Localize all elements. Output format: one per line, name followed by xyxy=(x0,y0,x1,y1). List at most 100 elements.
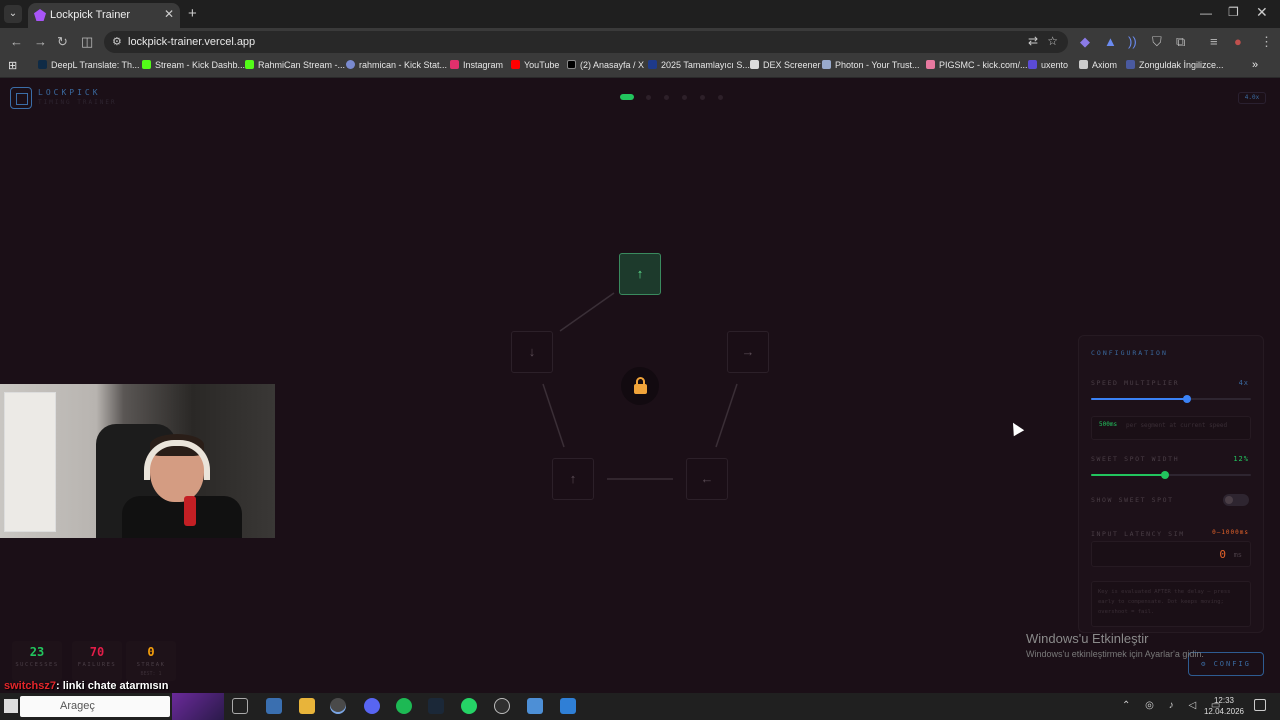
youtube-icon xyxy=(511,60,520,69)
latency-input[interactable]: 0 ms xyxy=(1091,541,1251,567)
discord-icon[interactable] xyxy=(364,698,380,714)
latency-range: 0–1000ms xyxy=(1212,529,1249,536)
stat-sub: BEST: 1 xyxy=(140,671,162,677)
window-maximize-button[interactable]: ❐ xyxy=(1228,5,1239,19)
windows-activation-title: Windows'u Etkinleştir xyxy=(1026,631,1149,646)
folder-icon[interactable] xyxy=(299,698,315,714)
stat-label: STREAK xyxy=(136,662,166,668)
stat-streak: 0 STREAK BEST: 1 xyxy=(126,641,176,681)
file-explorer-icon[interactable] xyxy=(266,698,282,714)
extension-icon[interactable]: ▲ xyxy=(1104,34,1117,49)
bookmark-item[interactable]: DEX Screener xyxy=(750,60,821,74)
windows-taskbar: Arageç ⌃ ◎ ♪ ◁ ▭ 12:33 12.04.2026 xyxy=(0,693,1280,720)
bookmark-item[interactable]: Zonguldak İngilizce... xyxy=(1126,60,1224,74)
forward-icon[interactable]: → xyxy=(34,34,47,49)
extension-icon[interactable]: ◆ xyxy=(1080,34,1090,50)
speed-multiplier-slider[interactable] xyxy=(1091,395,1251,403)
sweet-spot-width-value: 12% xyxy=(1233,455,1249,463)
stat-successes: 23 SUCCESSES xyxy=(12,641,62,681)
bookmark-item[interactable]: rahmican - Kick Stat... xyxy=(346,60,447,74)
bookmark-item[interactable]: uxento xyxy=(1028,60,1068,74)
sweet-slider-thumb[interactable] xyxy=(1160,471,1169,479)
tab-search-button[interactable]: ⌄ xyxy=(4,5,22,23)
bookmark-item[interactable]: Instagram xyxy=(450,60,503,74)
site-info-icon[interactable]: ⚙ xyxy=(112,35,122,48)
bookmark-item[interactable]: PIGSMC - kick.com/... xyxy=(926,60,1028,74)
tab-title: Lockpick Trainer xyxy=(50,9,131,21)
task-view-icon[interactable] xyxy=(232,698,248,714)
browser-toolbar: ← → ↻ ◫ ⚙ lockpick-trainer.vercel.app ⇄ … xyxy=(0,28,1280,56)
split-view-icon[interactable]: ◫ xyxy=(81,34,93,50)
uxento-icon xyxy=(1028,60,1037,69)
media-control-icon[interactable]: ≡ xyxy=(1210,34,1218,49)
lock-key-left: ← xyxy=(686,458,728,500)
bookmark-item[interactable]: Stream - Kick Dashb... xyxy=(142,60,245,74)
stream-chat-message: switchsz7: linki chate atarmısın xyxy=(4,680,168,692)
latency-value[interactable]: 0 xyxy=(1219,548,1226,561)
sweet-spot-slider[interactable] xyxy=(1091,471,1251,479)
bookmark-star-icon[interactable]: ☆ xyxy=(1047,34,1058,48)
taskbar-date[interactable]: 12.04.2026 xyxy=(1200,707,1248,716)
taskbar-search[interactable]: Arageç xyxy=(20,696,170,717)
start-icon[interactable] xyxy=(4,699,18,713)
more-bookmarks-icon[interactable]: » xyxy=(1252,59,1258,73)
new-tab-button[interactable]: + xyxy=(188,5,197,22)
bookmarks-bar: ⊞ DeepL Translate: Th... Stream - Kick D… xyxy=(0,56,1280,78)
x-icon xyxy=(567,60,576,69)
show-sweet-spot-label: SHOW SWEET SPOT xyxy=(1091,496,1174,504)
bookmark-item[interactable]: Axiom xyxy=(1079,60,1117,74)
bookmark-item[interactable]: RahmiCan Stream -... xyxy=(245,60,345,74)
reload-icon[interactable]: ↻ xyxy=(57,34,68,50)
lock-segment xyxy=(715,383,738,448)
back-icon[interactable]: ← xyxy=(10,34,23,49)
lock-segment xyxy=(542,383,565,448)
instagram-icon xyxy=(450,60,459,69)
address-bar[interactable]: ⚙ lockpick-trainer.vercel.app ⇄ ☆ xyxy=(104,31,1068,53)
dexscreener-icon xyxy=(750,60,759,69)
bookmark-item[interactable]: 2025 Tamamlayıcı S... xyxy=(648,60,750,74)
bookmark-item[interactable]: Photon - Your Trust... xyxy=(822,60,920,74)
kick-icon xyxy=(245,60,254,69)
photon-icon xyxy=(822,60,831,69)
steam-icon[interactable] xyxy=(428,698,444,714)
shield-icon[interactable]: ⛉ xyxy=(1152,34,1162,50)
speed-hint-text: per segment at current speed xyxy=(1126,422,1228,429)
latency-unit: ms xyxy=(1233,551,1242,559)
menu-kebab-icon[interactable]: ⋮ xyxy=(1260,34,1273,50)
translate-icon[interactable]: ⇄ xyxy=(1028,34,1038,48)
whatsapp-icon[interactable] xyxy=(461,698,477,714)
webcam-overlay xyxy=(0,384,275,538)
tab-close-icon[interactable]: ✕ xyxy=(164,7,174,21)
bookmark-item[interactable]: YouTube xyxy=(511,60,559,74)
extension-icon[interactable]: )) xyxy=(1128,34,1137,49)
app-icon[interactable] xyxy=(527,698,543,714)
taskbar-search-text: Arageç xyxy=(60,700,95,712)
window-minimize-button[interactable]: — xyxy=(1200,6,1212,20)
stats-icon xyxy=(346,60,355,69)
stat-failures: 70 FAILURES xyxy=(72,641,122,681)
chat-username: switchsz7 xyxy=(4,680,56,692)
notification-icon[interactable] xyxy=(1254,699,1266,711)
bookmark-item[interactable]: DeepL Translate: Th... xyxy=(38,60,140,74)
stat-label: FAILURES xyxy=(77,662,117,668)
site-icon xyxy=(1126,60,1135,69)
chrome-icon[interactable] xyxy=(330,698,346,714)
bookmark-item[interactable]: (2) Anasayfa / X xyxy=(567,60,644,74)
taskbar-time[interactable]: 12:33 xyxy=(1204,696,1244,705)
show-sweet-spot-toggle[interactable] xyxy=(1223,494,1249,506)
app-icon[interactable] xyxy=(560,698,576,714)
spotify-icon[interactable] xyxy=(396,698,412,714)
apps-grid-icon[interactable]: ⊞ xyxy=(8,59,17,73)
lock-key-right: → xyxy=(727,331,769,373)
stat-value: 0 xyxy=(147,645,155,659)
taskbar-widget[interactable] xyxy=(172,693,224,720)
tab-lockpick-trainer[interactable]: Lockpick Trainer ✕ xyxy=(28,3,180,28)
windows-activation-subtitle: Windows'u etkinleştirmek için Ayarlar'a … xyxy=(1026,649,1204,659)
profile-avatar-icon[interactable]: ● xyxy=(1234,34,1242,49)
window-close-button[interactable]: ✕ xyxy=(1256,4,1268,21)
extensions-puzzle-icon[interactable]: ⧉ xyxy=(1176,34,1185,50)
obs-icon[interactable] xyxy=(494,698,510,714)
sweet-slider-fill xyxy=(1091,474,1165,476)
url-text[interactable]: lockpick-trainer.vercel.app xyxy=(128,36,255,48)
speed-slider-thumb[interactable] xyxy=(1183,395,1191,403)
